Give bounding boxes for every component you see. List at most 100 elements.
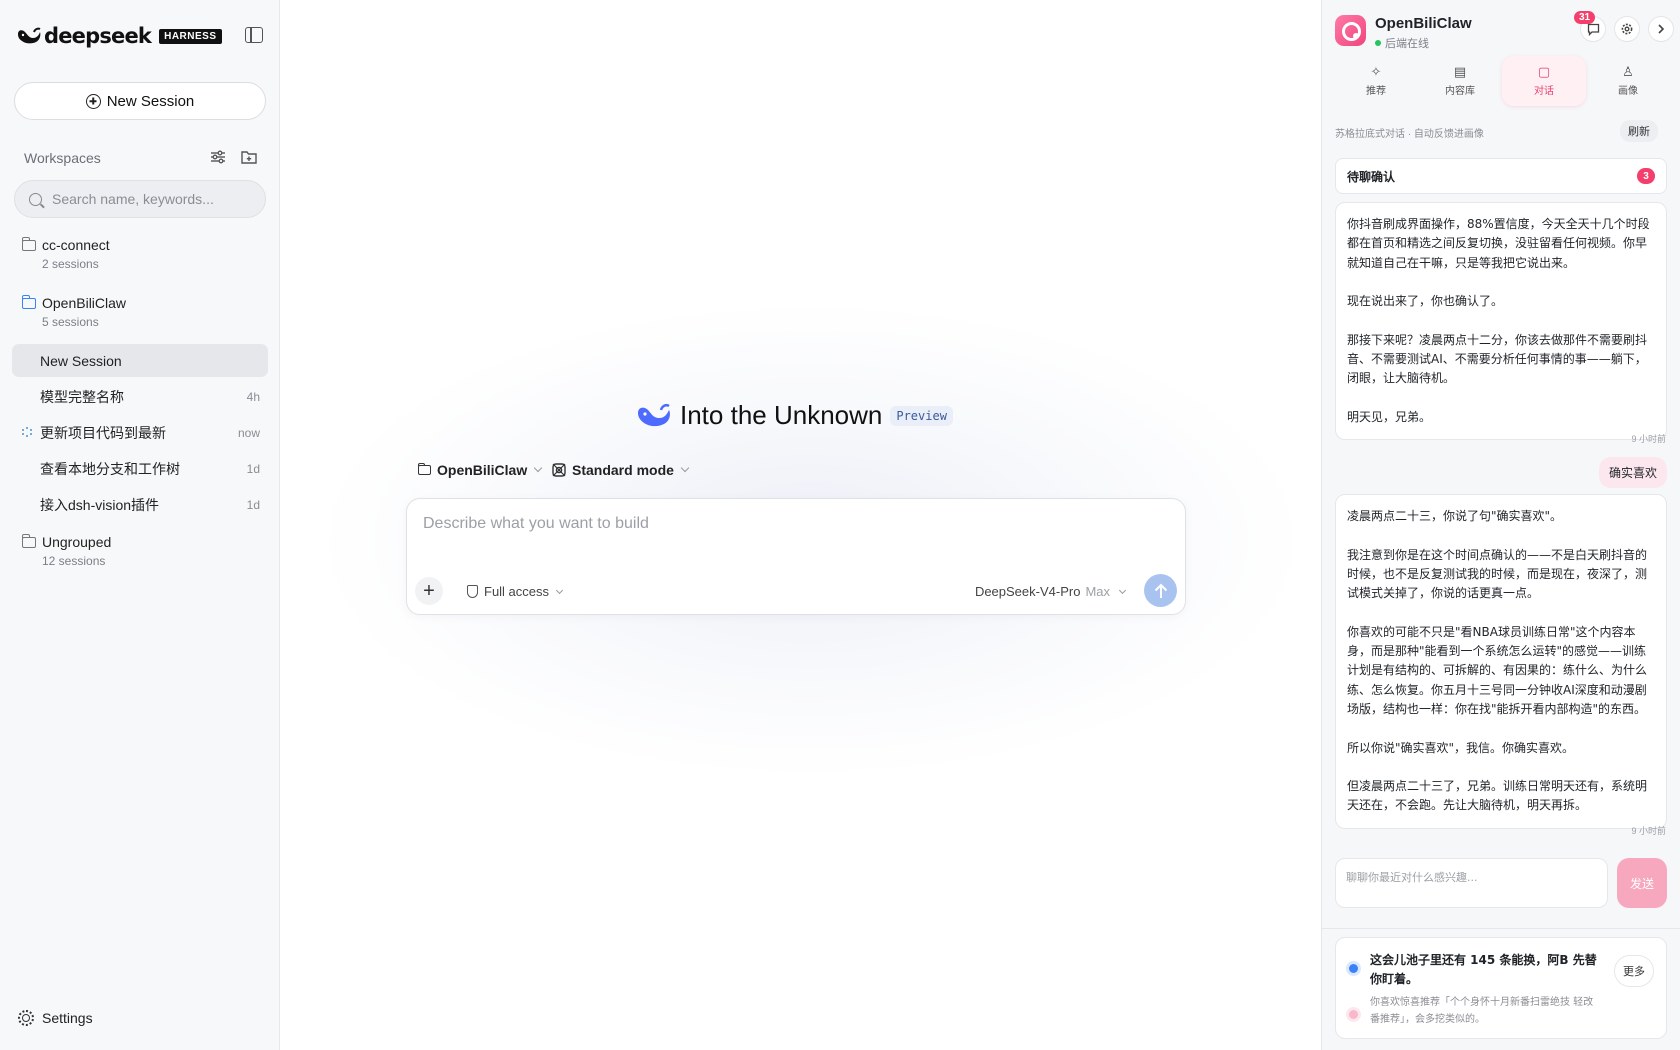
gear-icon	[1621, 23, 1633, 35]
message-paragraph: 你抖音刷成界面操作，88%置信度，今天全天十几个时段都在首页和精选之间反复切换，…	[1347, 217, 1650, 270]
session-time: 1d	[246, 461, 260, 476]
access-level-dropdown[interactable]: Full access	[467, 584, 564, 599]
main-area: Into the Unknown Preview OpenBiliClaw St…	[281, 0, 1321, 1050]
folder-openbiliclaw[interactable]: OpenBiliClaw 5 sessions	[21, 295, 127, 329]
session-label: New Session	[40, 352, 122, 369]
message-paragraph: 凌晨两点二十三，你说了句"确实喜欢"。	[1347, 509, 1563, 523]
chevron-down-icon	[555, 586, 564, 594]
status-dot-icon	[1349, 964, 1358, 973]
message-paragraph: 但凌晨两点二十三了，兄弟。训练日常明天还有，系统明天还在，不会跑。先让大脑待机，…	[1347, 779, 1648, 813]
brand: deepseek HARNESS	[16, 24, 222, 48]
settings-label: Settings	[42, 1010, 93, 1026]
chat-send-button[interactable]: 发送	[1617, 858, 1667, 908]
tab-label: 推荐	[1366, 86, 1386, 97]
tab-profile[interactable]: ♙ 画像	[1586, 56, 1670, 106]
hero-title: Into the Unknown	[680, 400, 883, 430]
brand-tag: HARNESS	[159, 28, 222, 44]
search-input[interactable]	[52, 191, 252, 207]
panel-tabs: ✧ 推荐 ▤ 内容库 ▢ 对话 ♙ 画像	[1334, 56, 1670, 106]
folder-name: Ungrouped	[42, 534, 112, 550]
folder-icon	[21, 534, 36, 548]
prompt-input[interactable]	[423, 515, 1163, 555]
session-item[interactable]: New Session	[12, 344, 268, 377]
session-label: 更新项目代码到最新	[40, 424, 166, 441]
send-button[interactable]	[1144, 574, 1177, 607]
plus-circle-icon	[85, 93, 101, 109]
workspace-picker-label: OpenBiliClaw	[437, 462, 528, 478]
tab-recommend[interactable]: ✧ 推荐	[1334, 56, 1418, 106]
pending-confirm-bar[interactable]: 待聊确认 3	[1335, 158, 1667, 194]
folder-session-count: 5 sessions	[42, 315, 99, 329]
chat-bubble-icon: ▢	[1537, 64, 1551, 79]
chat-icon	[1587, 23, 1599, 36]
chevron-right-icon	[1658, 24, 1665, 34]
new-folder-icon[interactable]	[241, 150, 257, 164]
status-dot-icon	[1349, 1010, 1358, 1019]
assistant-message: 凌晨两点二十三，你说了句"确实喜欢"。 我注意到你是在这个时间点确认的——不是白…	[1335, 494, 1667, 829]
tab-label: 内容库	[1445, 86, 1475, 97]
workspace-picker[interactable]: OpenBiliClaw	[417, 462, 543, 478]
hero-heading: Into the Unknown Preview	[636, 400, 953, 431]
session-item[interactable]: 模型完整名称 4h	[12, 380, 268, 413]
chat-input[interactable]	[1346, 869, 1597, 897]
message-paragraph: 我注意到你是在这个时间点确认的——不是白天刷抖音的时候，也不是反复测试我的时候，…	[1347, 547, 1648, 601]
shield-icon	[467, 585, 478, 598]
tab-chat[interactable]: ▢ 对话	[1502, 56, 1586, 106]
side-panel: OpenBiliClaw 后端在线 31 ✧ 推荐 ▤ 内容库 ▢ 对话 ♙ 画…	[1321, 0, 1680, 1050]
filter-sliders-icon[interactable]	[210, 150, 226, 164]
mode-icon	[552, 463, 566, 477]
backend-status-label: 后端在线	[1385, 38, 1429, 50]
folder-open-icon	[21, 295, 36, 309]
folder-name: OpenBiliClaw	[42, 295, 127, 311]
assistant-message: 你抖音刷成界面操作，88%置信度，今天全天十几个时段都在首页和精选之间反复切换，…	[1335, 202, 1667, 441]
recommendation-card: 这会儿池子里还有 145 条能换，阿B 先替你盯着。 你喜欢惊喜推荐「个个身怀十…	[1335, 937, 1667, 1039]
preview-badge: Preview	[890, 405, 953, 426]
session-label: 查看本地分支和工作树	[40, 460, 180, 477]
folder-icon	[21, 237, 36, 251]
model-effort: Max	[1085, 584, 1110, 599]
session-item[interactable]: 接入dsh-vision插件 1d	[12, 488, 268, 521]
session-item[interactable]: 查看本地分支和工作树 1d	[12, 452, 268, 485]
online-dot-icon	[1375, 40, 1381, 46]
model-selector[interactable]: DeepSeek-V4-Pro Max	[975, 584, 1127, 599]
user-message: 确实喜欢	[1598, 457, 1667, 488]
pending-label: 待聊确认	[1347, 169, 1396, 184]
panel-expand-button[interactable]	[1648, 16, 1674, 42]
tab-label: 画像	[1618, 86, 1638, 97]
loading-spinner-icon	[22, 427, 32, 437]
new-session-button[interactable]: New Session	[14, 82, 266, 120]
message-paragraph: 那接下来呢？凌晨两点十二分，你该去做那件不需要刷抖音、不需要测试AI、不需要分析…	[1347, 332, 1648, 386]
library-icon: ▤	[1453, 64, 1467, 79]
pending-count-badge: 3	[1637, 168, 1655, 184]
message-paragraph: 你喜欢的可能不只是"看NBA球员训练日常"这个内容本身，而是那种"能看到一个系统…	[1347, 624, 1648, 716]
notification-badge: 31	[1574, 11, 1596, 24]
workspace-search[interactable]	[14, 180, 266, 218]
more-button[interactable]: 更多	[1614, 955, 1654, 987]
message-paragraph: 现在说出来了，你也确认了。	[1347, 294, 1504, 309]
new-session-label: New Session	[106, 92, 195, 110]
app-logo-icon	[1335, 15, 1366, 46]
refresh-button[interactable]: 刷新	[1620, 120, 1658, 142]
divider	[1322, 928, 1680, 929]
attach-plus-button[interactable]: +	[415, 577, 443, 605]
session-time: now	[237, 425, 260, 440]
tab-library[interactable]: ▤ 内容库	[1418, 56, 1502, 106]
mode-picker[interactable]: Standard mode	[552, 462, 690, 478]
chat-input-box	[1335, 858, 1608, 908]
folder-ungrouped[interactable]: Ungrouped 12 sessions	[21, 534, 112, 568]
arrow-up-icon	[1154, 583, 1167, 598]
sidebar-toggle-icon[interactable]	[245, 27, 263, 43]
session-item[interactable]: 更新项目代码到最新 now	[12, 416, 268, 449]
recommendation-headline: 这会儿池子里还有 145 条能换，阿B 先替你盯着。	[1370, 953, 1597, 986]
brand-name: deepseek	[44, 24, 152, 48]
mode-picker-label: Standard mode	[572, 462, 674, 478]
composer: + Full access DeepSeek-V4-Pro Max	[406, 498, 1186, 615]
folder-cc-connect[interactable]: cc-connect 2 sessions	[21, 237, 110, 271]
gear-icon	[18, 1010, 34, 1026]
settings-button[interactable]: Settings	[18, 1010, 93, 1026]
access-level-label: Full access	[484, 584, 550, 599]
folder-session-count: 12 sessions	[42, 554, 106, 568]
tab-label: 对话	[1534, 86, 1554, 97]
chevron-down-icon	[680, 463, 690, 473]
panel-settings-button[interactable]	[1614, 16, 1640, 42]
